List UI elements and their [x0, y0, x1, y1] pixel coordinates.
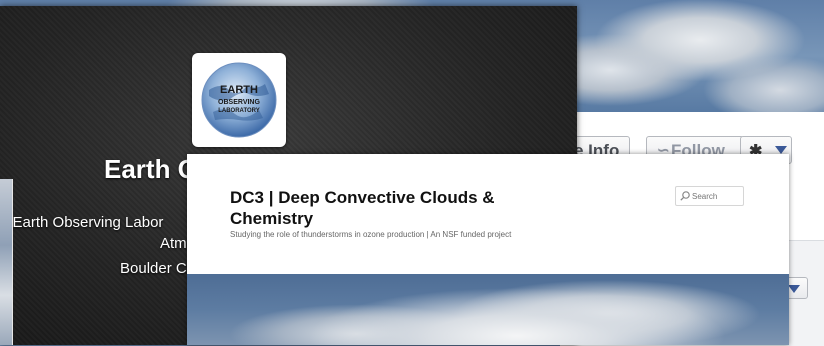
- svg-text:EARTH: EARTH: [220, 84, 258, 96]
- chevron-down-icon: [788, 285, 800, 293]
- blog-title[interactable]: DC3 | Deep Convective Clouds & Chemistry: [230, 187, 550, 229]
- earth-observing-laboratory-logo: EARTH OBSERVING LABORATORY: [201, 62, 277, 138]
- blog-tagline: Studying the role of thunderstorms in oz…: [230, 230, 512, 239]
- blog-header-image: [187, 274, 789, 345]
- chevron-down-icon: [775, 146, 787, 154]
- background-window-edge: [0, 179, 13, 345]
- blog-window: DC3 | Deep Convective Clouds & Chemistry…: [187, 154, 789, 345]
- search-icon: [680, 191, 690, 201]
- svg-text:LABORATORY: LABORATORY: [218, 108, 260, 114]
- avatar[interactable]: EARTH OBSERVING LABORATORY: [192, 53, 286, 147]
- svg-text:OBSERVING: OBSERVING: [218, 99, 260, 106]
